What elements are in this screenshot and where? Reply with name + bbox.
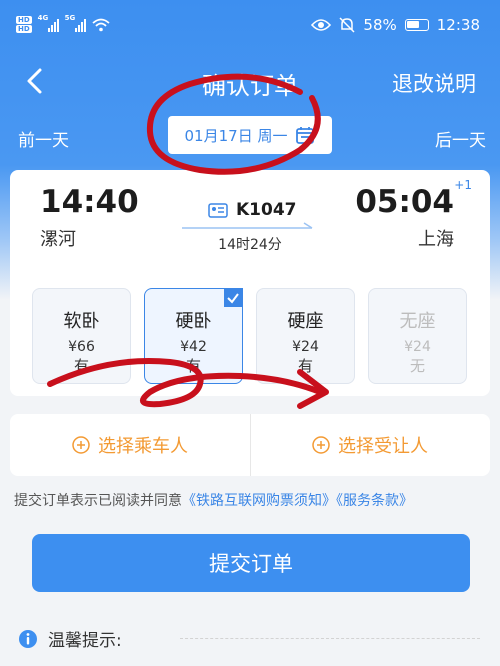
agreement-text: 提交订单表示已阅读并同意《铁路互联网购票须知》《服务条款》 [14, 490, 494, 510]
submit-order-button[interactable]: 提交订单 [32, 534, 470, 592]
battery-icon [404, 19, 429, 31]
arrive-station: 上海 [418, 229, 454, 250]
tips-label: 温馨提示: [48, 631, 122, 651]
next-day-button[interactable]: 后一天 [435, 126, 486, 151]
seat-name: 硬卧 [175, 311, 212, 332]
service-terms-link[interactable]: 《服务条款》 [336, 493, 413, 509]
signal-icon: 5G [65, 14, 86, 32]
battery-percent: 58% [363, 16, 397, 34]
plus-circle-icon [312, 436, 330, 454]
tips-divider [180, 638, 480, 639]
seat-price: ¥66 [68, 339, 95, 355]
network-label: 5G [64, 14, 76, 22]
train-number[interactable]: K1047 [208, 200, 297, 220]
prev-day-button[interactable]: 前一天 [18, 126, 69, 151]
depart-time: 14:40 [40, 184, 139, 220]
network-label: 4G [37, 14, 49, 22]
seat-availability: 有 [185, 357, 201, 375]
status-right: 58% 12:38 [311, 16, 480, 34]
refund-rules-link[interactable]: 退改说明 [392, 68, 476, 98]
seat-availability: 有 [73, 357, 89, 375]
hd-indicator: HD HD [16, 16, 32, 34]
route-arrow-icon [182, 222, 313, 229]
select-beneficiary-button[interactable]: 选择受让人 [250, 414, 490, 476]
seat-availability: 无 [409, 357, 425, 375]
hd-label: HD [16, 25, 32, 33]
ticket-rules-link[interactable]: 《铁路互联网购票须知》 [182, 493, 336, 509]
status-bar: HD HD 4G 5G 58% 12:38 [0, 0, 500, 58]
hd-label: HD [16, 16, 32, 24]
bell-muted-icon [339, 17, 355, 33]
plus-circle-icon [72, 436, 90, 454]
seat-option-hard-sleeper[interactable]: 硬卧 ¥42 有 [144, 288, 243, 384]
selected-check-icon [223, 288, 243, 308]
seat-option-soft-sleeper[interactable]: 软卧 ¥66 有 [32, 288, 131, 384]
seat-price: ¥24 [292, 339, 319, 355]
date-label: 01月17日 周一 [184, 126, 288, 145]
seat-option-hard-seat[interactable]: 硬座 ¥24 有 [256, 288, 355, 384]
day-offset-badge: +1 [454, 178, 472, 192]
tips-header: 温馨提示: [18, 626, 122, 651]
seat-price: ¥24 [404, 339, 431, 355]
seat-price: ¥42 [180, 339, 207, 355]
seat-name: 硬座 [287, 311, 324, 332]
seat-option-standing[interactable]: 无座 ¥24 无 [368, 288, 467, 384]
signal-icon: 4G [38, 14, 59, 32]
trip-card: 14:40 漯河 K1047 14时24分 05:04 +1 上海 软卧 ¥66… [10, 170, 490, 396]
date-bar: 前一天 01月17日 周一 后一天 [0, 116, 500, 156]
arrive-time: 05:04 [355, 184, 454, 220]
passenger-selection: 选择乘车人 选择受让人 [10, 414, 490, 476]
wifi-icon [92, 18, 110, 32]
select-beneficiary-label: 选择受让人 [338, 436, 428, 457]
select-passenger-button[interactable]: 选择乘车人 [10, 414, 250, 476]
train-number-label: K1047 [236, 200, 297, 220]
nav-bar: 确认订单 退改说明 [0, 58, 500, 108]
select-passenger-label: 选择乘车人 [98, 436, 188, 457]
seat-name: 无座 [399, 311, 436, 332]
seat-availability: 有 [297, 357, 313, 375]
agreement-prefix: 提交订单表示已阅读并同意 [14, 493, 182, 509]
train-info-icon [208, 202, 228, 218]
seat-name: 软卧 [63, 311, 100, 332]
calendar-icon [296, 127, 315, 144]
clock: 12:38 [436, 16, 480, 34]
info-icon [19, 629, 37, 648]
status-left: HD HD 4G 5G [16, 14, 110, 34]
eye-icon [311, 19, 332, 31]
seat-options: 软卧 ¥66 有 硬卧 ¥42 有 硬座 ¥24 有 无座 ¥24 无 [32, 288, 472, 386]
date-picker[interactable]: 01月17日 周一 [168, 116, 332, 154]
